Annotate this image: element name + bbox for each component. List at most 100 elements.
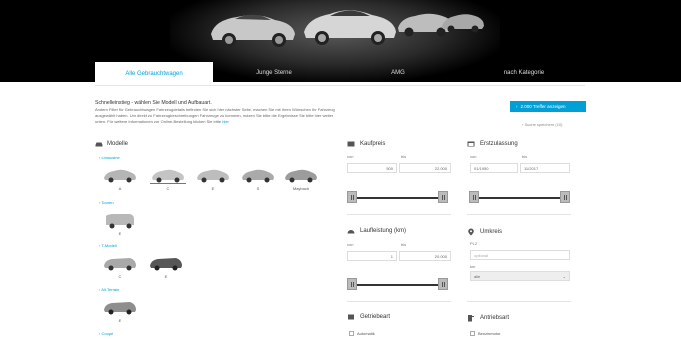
model-touren-e[interactable]: E <box>102 211 138 236</box>
price-slider-track[interactable] <box>352 197 447 199</box>
car-thumbnail-icon <box>104 302 136 315</box>
category-t-modell[interactable]: › T-Modell <box>99 243 117 248</box>
zip-label: PLZ <box>470 241 478 246</box>
zip-input[interactable]: optional <box>470 250 570 260</box>
intro-body: Ändern Filter für Gebrauchtwagen Fahrzeu… <box>95 107 335 124</box>
radius-divider <box>467 301 571 302</box>
model-limousine-a[interactable]: A <box>102 166 138 191</box>
price-tag-icon <box>347 141 355 147</box>
gearbox-automatic-checkbox[interactable] <box>349 331 354 336</box>
mileage-section-title: Laufleistung (km) <box>347 228 406 234</box>
car-thumbnail-icon <box>285 169 317 183</box>
intro-link[interactable]: hier <box>222 119 229 124</box>
tab-all-used-cars[interactable]: Alle Gebrauchtwagen <box>95 62 213 86</box>
save-search-link[interactable]: › Suche speichern (10) <box>522 122 562 127</box>
price-slider-max-handle[interactable] <box>438 191 448 203</box>
drive-petrol-checkbox[interactable] <box>470 331 475 336</box>
mileage-slider-track[interactable] <box>352 284 447 286</box>
model-limousine-c[interactable]: C <box>150 166 186 191</box>
category-touren[interactable]: › Touren <box>99 200 114 205</box>
tab-junge-sterne[interactable]: Junge Sterne <box>213 62 335 84</box>
chevron-right-icon: › <box>516 104 518 109</box>
mileage-from-label: von <box>347 242 354 247</box>
price-divider <box>347 214 451 215</box>
model-name: E <box>164 274 168 279</box>
registration-from-label: von <box>470 154 477 159</box>
registration-to-input[interactable]: 11/2017 <box>520 163 570 173</box>
model-limousine-e[interactable]: E <box>195 166 231 191</box>
car-icon <box>95 142 103 147</box>
registration-slider-min-handle[interactable] <box>469 191 479 203</box>
radius-km-label: km <box>470 264 476 269</box>
mileage-from-input[interactable]: 1 <box>347 251 397 261</box>
tab-by-category[interactable]: nach Kategorie <box>461 62 587 84</box>
model-t-modell-c[interactable]: C <box>102 254 138 279</box>
category-limousine[interactable]: › Limousine <box>99 155 120 160</box>
category-coupe[interactable]: › Coupé <box>99 331 113 336</box>
gearbox-icon <box>348 314 354 320</box>
radius-section-title: Umkreis <box>467 228 502 236</box>
car-thumbnail-icon <box>197 169 229 183</box>
car-thumbnail-icon <box>150 258 182 271</box>
model-all-terrain-e[interactable]: E <box>102 298 138 323</box>
model-name: E <box>211 186 215 191</box>
mileage-to-input[interactable]: 20.000 <box>399 251 451 261</box>
drive-section-title: Antriebsart <box>467 314 509 322</box>
registration-from-input[interactable]: 01/1950 <box>470 163 518 173</box>
category-label: T-Modell <box>101 243 117 248</box>
category-tabs: Alle Gebrauchtwagen Junge Sterne AMG nac… <box>95 62 587 86</box>
model-name: S <box>256 186 260 191</box>
radius-select[interactable]: alle ⌄ <box>470 271 570 281</box>
models-section-title: Modelle <box>95 141 128 147</box>
car-thumbnail-icon <box>152 169 184 183</box>
gearbox-section-title: Getriebeart <box>347 314 390 320</box>
registration-section-title: Erstzulassung <box>467 141 518 147</box>
radius-title-label: Umkreis <box>480 229 502 235</box>
model-t-modell-e[interactable]: E <box>148 254 184 279</box>
show-results-label: 2.000 Treffer anzeigen <box>520 104 566 109</box>
model-name: C <box>166 186 170 191</box>
intro-title: Schnelleinstieg - wählen Sie Modell und … <box>95 100 212 106</box>
model-name: C <box>118 274 122 279</box>
price-to-input[interactable]: 22.000 <box>399 163 451 173</box>
car-image-sedan <box>304 10 396 45</box>
model-name: E <box>118 318 122 323</box>
registration-slider-max-handle[interactable] <box>560 191 570 203</box>
model-name: E <box>118 231 122 236</box>
radius-select-value: alle <box>474 273 481 279</box>
car-thumbnail-icon <box>104 258 136 271</box>
price-from-input[interactable]: 500 <box>347 163 397 173</box>
model-limousine-maybach[interactable]: Maybach <box>283 166 319 191</box>
speedometer-icon <box>347 230 355 234</box>
model-limousine-s[interactable]: S <box>240 166 276 191</box>
mileage-title-label: Laufleistung (km) <box>360 228 407 234</box>
tab-divider <box>95 85 585 86</box>
tab-amg[interactable]: AMG <box>335 62 461 84</box>
drive-petrol-label: Benzinmotor <box>478 331 501 336</box>
fuel-pump-icon <box>468 315 474 322</box>
mileage-slider-max-handle[interactable] <box>438 278 448 290</box>
calendar-icon <box>467 141 475 147</box>
price-title-label: Kaufpreis <box>360 141 386 147</box>
intro-text: Ändern Filter für Gebrauchtwagen Fahrzeu… <box>95 107 335 125</box>
show-results-button[interactable]: › 2.000 Treffer anzeigen <box>510 101 586 112</box>
location-pin-icon <box>468 228 474 236</box>
registration-divider <box>467 214 571 215</box>
car-thumbnail-icon <box>106 214 134 229</box>
car-thumbnail-icon <box>242 169 274 183</box>
chevron-down-icon: ⌄ <box>562 273 566 279</box>
category-all-terrain[interactable]: › All-Terrain <box>99 287 119 292</box>
mileage-slider-min-handle[interactable] <box>347 278 357 290</box>
registration-to-label: bis <box>522 154 528 159</box>
category-label: Limousine <box>101 155 120 160</box>
car-image-coupe <box>211 14 295 47</box>
price-slider-min-handle[interactable] <box>347 191 357 203</box>
gearbox-title-label: Getriebeart <box>360 314 391 320</box>
category-label: Touren <box>101 200 114 205</box>
category-label: Coupé <box>101 331 114 336</box>
model-name: Maybach <box>292 186 310 191</box>
price-section-title: Kaufpreis <box>347 141 385 147</box>
save-search-label: Suche speichern (10) <box>524 122 563 127</box>
registration-title-label: Erstzulassung <box>480 141 518 147</box>
registration-slider-track[interactable] <box>474 197 569 199</box>
